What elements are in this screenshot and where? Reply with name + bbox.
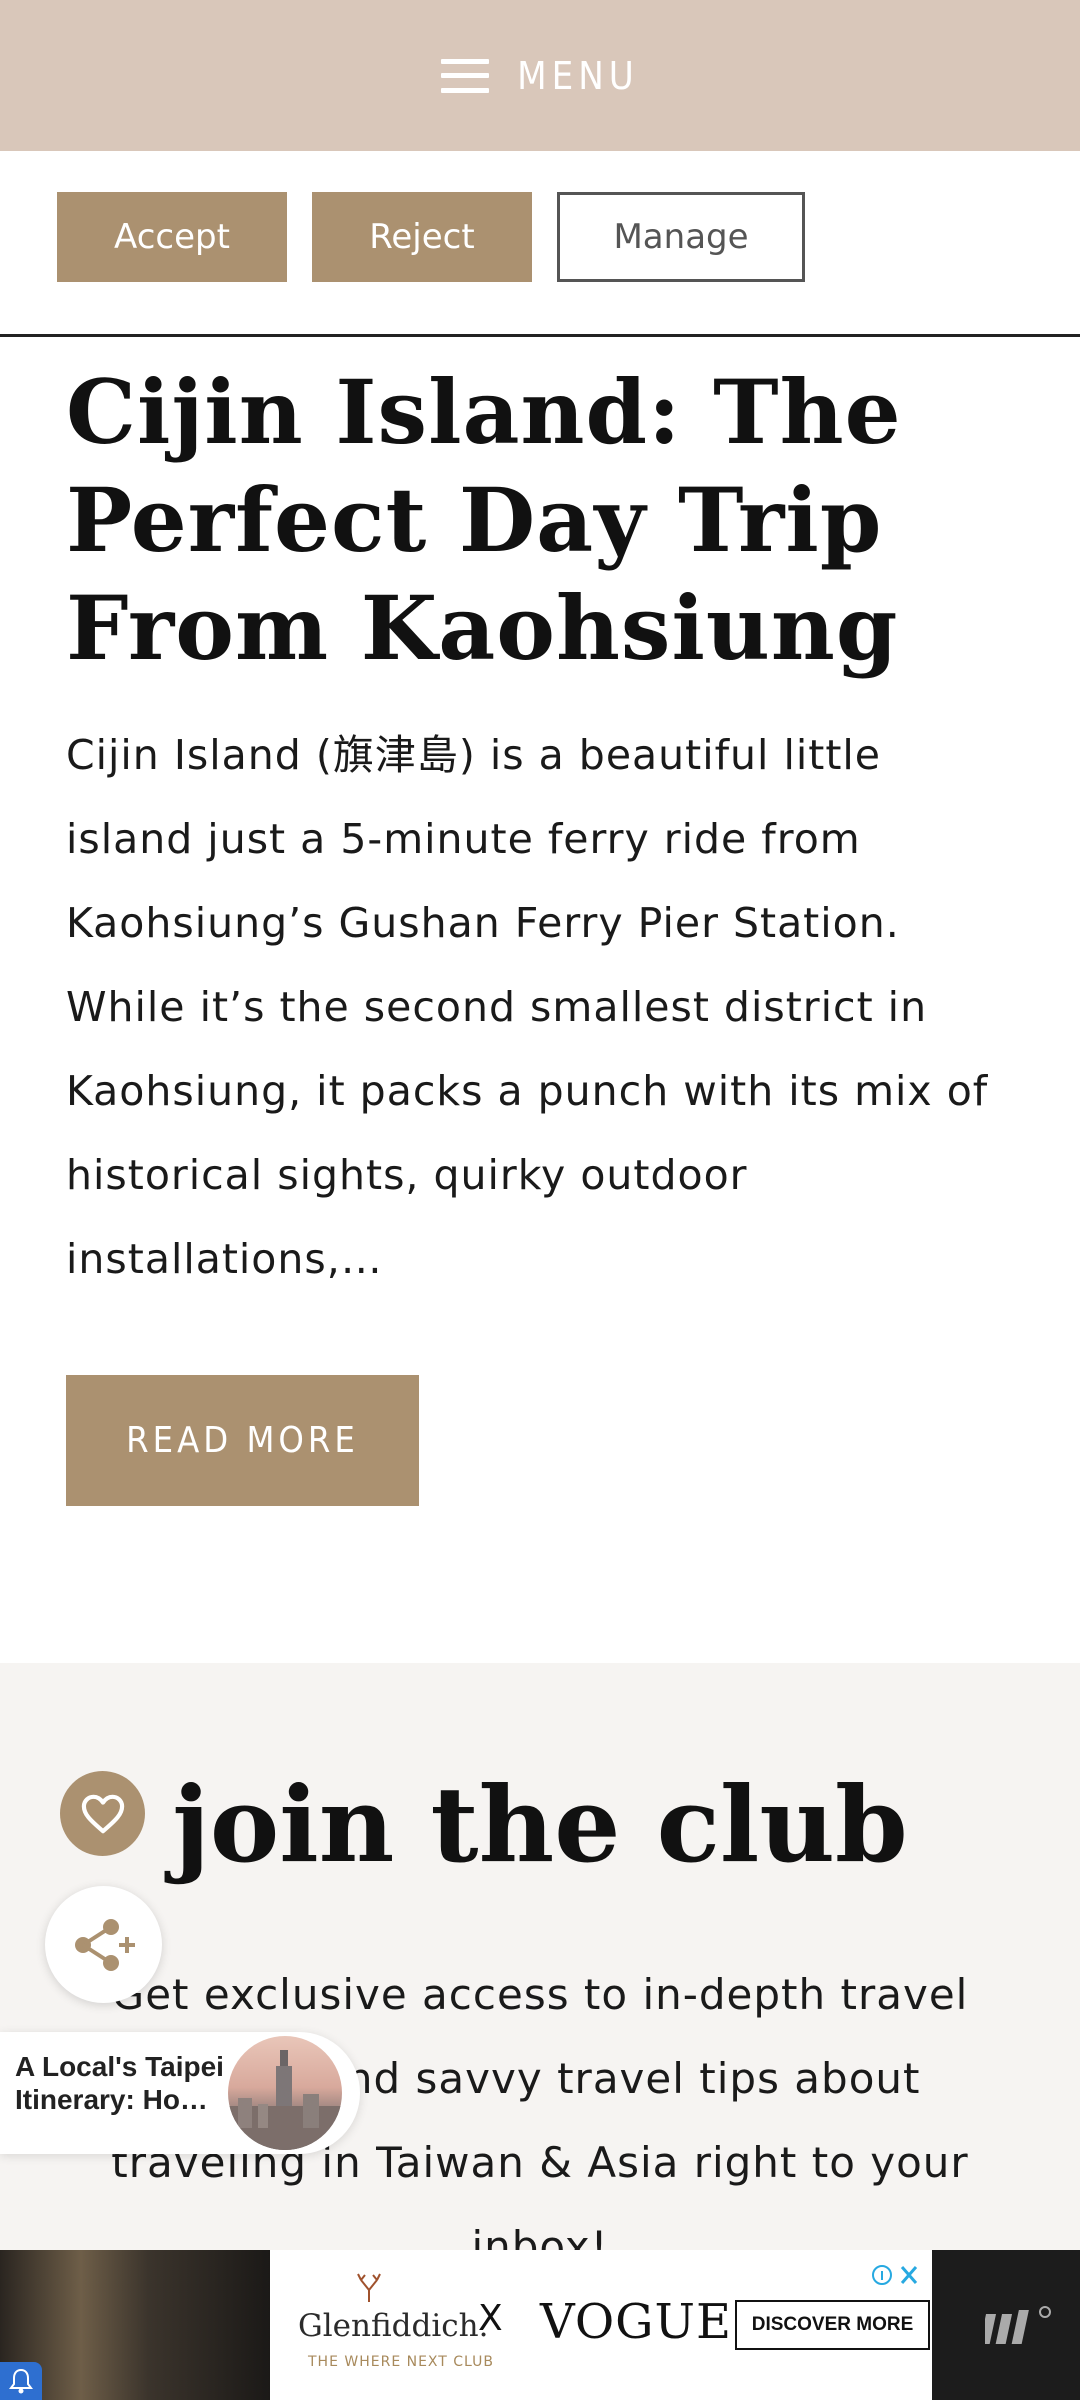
share-icon [74,1918,135,1971]
ad-content: Glenfiddich. THE WHERE NEXT CLUB X VOGUE… [270,2250,932,2400]
bell-icon [9,2368,33,2394]
stag-logo-icon [357,2273,381,2302]
ad-banner[interactable]: Glenfiddich. THE WHERE NEXT CLUB X VOGUE… [0,2250,1080,2400]
favorite-button[interactable] [60,1771,145,1856]
menu-button[interactable]: MENU [441,54,639,98]
reject-button[interactable]: Reject [312,192,532,282]
hamburger-icon [441,58,490,93]
accept-button[interactable]: Accept [57,192,287,282]
recommended-post-title: A Local's Taipei Itinerary: Ho… [15,2051,224,2115]
post-title[interactable]: Cijin Island: The Perfect Day Trip From … [66,358,1026,682]
newsletter-section: join the club Get exclusive access to in… [0,1663,1080,2271]
ad-brand: Glenfiddich. [298,2308,489,2344]
recommended-post-thumbnail [228,2036,342,2150]
heart-icon [81,1794,124,1833]
recommended-post-card[interactable]: A Local's Taipei Itinerary: Ho… [0,2032,360,2154]
notification-bell-button[interactable] [0,2362,42,2400]
discover-more-button[interactable]: DISCOVER MORE [735,2300,930,2350]
newsletter-title: join the club [172,1763,908,1886]
ad-network-logo-icon [985,2306,1051,2344]
ad-choices-icon[interactable] [870,2260,930,2290]
ad-partner: VOGUE [540,2294,733,2350]
ad-separator: X [478,2298,503,2339]
manage-button[interactable]: Manage [557,192,805,282]
share-button[interactable] [45,1886,162,2003]
ad-brand-subtitle: THE WHERE NEXT CLUB [308,2354,495,2370]
post-excerpt: Cijin Island (旗津島) is a beautiful little… [66,731,989,1283]
top-nav-bar: MENU [0,0,1080,151]
read-more-button[interactable]: READ MORE [66,1375,419,1506]
menu-label: MENU [517,53,639,98]
cookie-consent-bar: Accept Reject Manage [0,151,1080,337]
